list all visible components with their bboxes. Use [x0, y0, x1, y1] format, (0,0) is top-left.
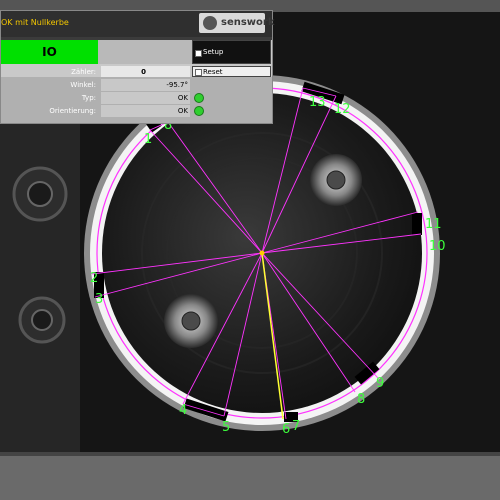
bottom-bar	[0, 452, 500, 500]
type-status-icon	[194, 93, 204, 103]
notch-label-4: 4	[179, 403, 187, 418]
result-status-badge: IO	[1, 40, 98, 64]
type-field: OK	[101, 92, 190, 104]
result-panel: OK mit Nullkerbe senswork IO Setup Reset…	[0, 10, 275, 124]
notch-label-5: 5	[222, 420, 230, 435]
angle-field: -95.7°	[101, 79, 190, 91]
setup-label: Setup	[203, 48, 224, 56]
notch-label-12: 12	[334, 102, 351, 117]
type-label: Typ:	[81, 94, 96, 102]
orientation-label: Orientierung:	[49, 107, 96, 115]
notch-label-8: 8	[357, 392, 365, 407]
notch-label-11: 11	[425, 217, 442, 232]
panel-title: OK mit Nullkerbe	[1, 18, 69, 27]
angle-label: Winkel:	[70, 81, 96, 89]
orientation-status-icon	[194, 106, 204, 116]
center-point	[259, 250, 265, 256]
orientation-field: OK	[101, 105, 190, 117]
notch-label-1: 1	[144, 132, 152, 147]
panel-header: OK mit Nullkerbe senswork	[1, 11, 275, 37]
setup-button[interactable]: Setup	[192, 40, 271, 64]
logo-text: senswork	[221, 17, 275, 28]
notch-label-13: 13	[309, 95, 326, 110]
setup-icon	[195, 50, 202, 57]
notch-label-7: 7	[292, 419, 300, 434]
counter-label: Zähler:	[71, 68, 96, 76]
notch-label-2: 2	[90, 271, 98, 286]
status-spacer	[98, 40, 192, 64]
notch-label-3: 3	[95, 292, 103, 307]
angle-row: Winkel: -95.7°	[1, 79, 272, 91]
notch-label-9: 9	[376, 376, 384, 391]
notch-label-6: 6	[282, 422, 290, 437]
type-row: Typ: OK	[1, 92, 272, 104]
senswork-logo: senswork	[199, 13, 275, 33]
orientation-row: Orientierung: OK	[1, 105, 272, 117]
logo-icon	[203, 16, 217, 30]
notch-label-10: 10	[429, 239, 446, 254]
